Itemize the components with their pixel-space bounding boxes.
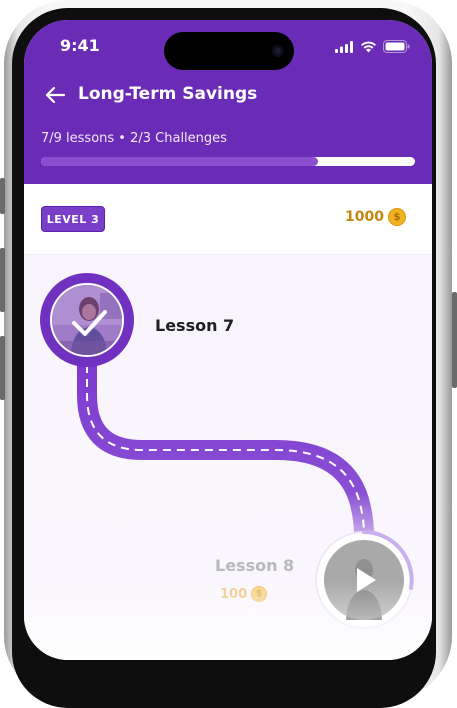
- phone-side-button: [0, 178, 5, 214]
- check-icon: [72, 310, 107, 336]
- lesson-8-node[interactable]: [314, 530, 414, 630]
- phone-power-button: [452, 292, 457, 388]
- lesson-7-thumbnail: [50, 283, 124, 357]
- lesson-8-label: Lesson 8: [215, 556, 295, 575]
- phone-volume-up: [0, 248, 5, 312]
- play-icon: [357, 568, 376, 592]
- lesson-7-node[interactable]: [40, 273, 134, 367]
- coin-icon: $: [251, 586, 268, 602]
- lesson-7-label: Lesson 7: [155, 316, 235, 335]
- lesson-8-coins: 100 $: [220, 586, 268, 602]
- app-screen: 9:41 Long-Term Savings 7/9 lessons • 2/3…: [24, 20, 432, 660]
- lesson-8-coin-count: 100: [220, 586, 248, 602]
- phone-volume-down: [0, 336, 5, 400]
